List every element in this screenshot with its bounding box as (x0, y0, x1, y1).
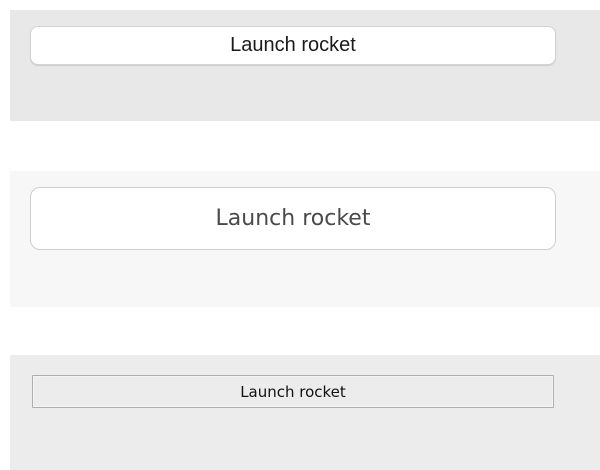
button-panel-style-1: Launch rocket (10, 10, 600, 121)
button-style-showcase: Launch rocket Launch rocket Launch rocke… (0, 0, 600, 470)
launch-rocket-button[interactable]: Launch rocket (30, 187, 556, 250)
launch-rocket-button[interactable]: Launch rocket (30, 26, 556, 65)
button-panel-style-2: Launch rocket (10, 171, 600, 307)
button-panel-style-3: Launch rocket (10, 355, 600, 470)
launch-rocket-button[interactable]: Launch rocket (32, 375, 554, 408)
